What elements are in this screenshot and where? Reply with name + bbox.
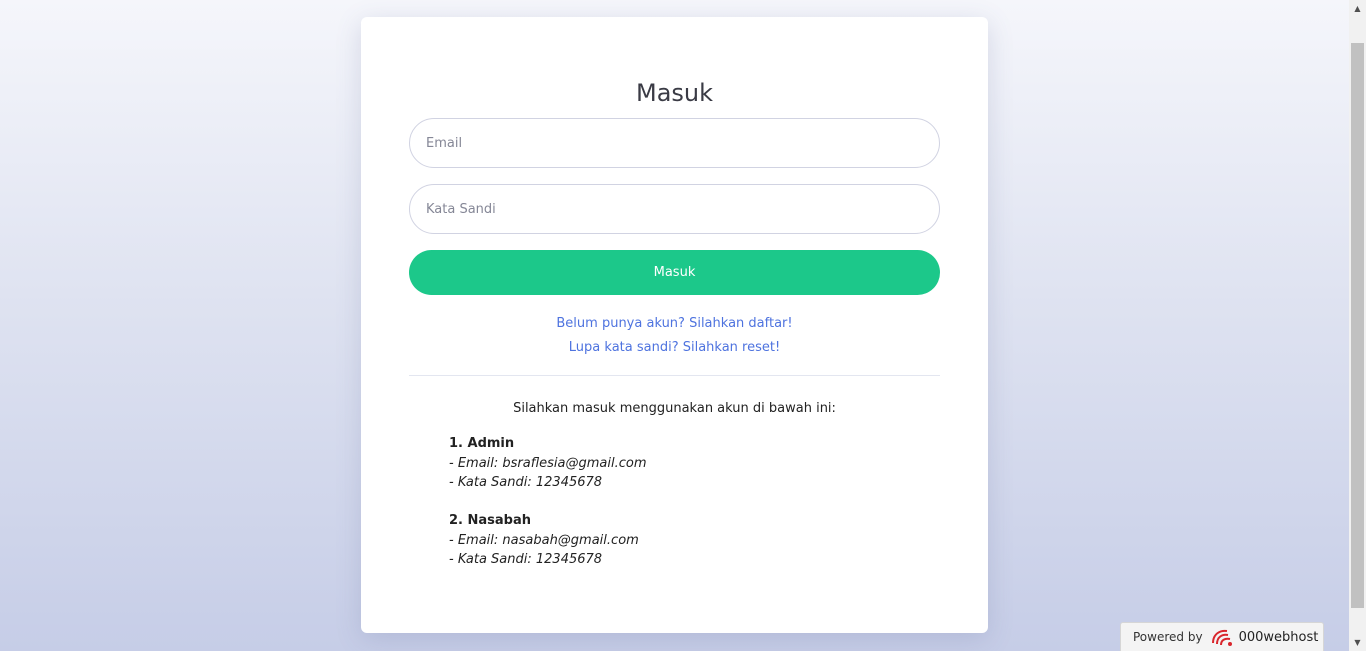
account-email: - Email: nasabah@gmail.com xyxy=(449,532,639,548)
powered-by-badge[interactable]: Powered by 000webhost xyxy=(1120,622,1324,651)
reset-password-link[interactable]: Lupa kata sandi? Silahkan reset! xyxy=(361,340,988,355)
account-email: - Email: bsraflesia@gmail.com xyxy=(449,455,647,471)
scrollbar-thumb[interactable] xyxy=(1351,43,1364,608)
000webhost-logo-icon xyxy=(1210,627,1234,647)
account-info-nasabah: 2. Nasabah - Email: nasabah@gmail.com - … xyxy=(449,511,639,570)
account-password: - Kata Sandi: 12345678 xyxy=(449,475,603,490)
register-link[interactable]: Belum punya akun? Silahkan daftar! xyxy=(361,316,988,331)
accounts-info-heading: Silahkan masuk menggunakan akun di bawah… xyxy=(513,401,836,416)
page-viewport: Masuk Masuk Belum punya akun? Silahkan d… xyxy=(0,0,1349,651)
account-info-admin: 1. Admin - Email: bsraflesia@gmail.com -… xyxy=(449,434,647,493)
divider xyxy=(409,375,940,376)
brand-name: 000webhost xyxy=(1238,629,1319,645)
vertical-scrollbar[interactable]: ▲ ▼ xyxy=(1349,0,1366,651)
account-password: - Kata Sandi: 12345678 xyxy=(449,552,603,567)
email-input[interactable] xyxy=(409,118,940,168)
powered-by-label: Powered by xyxy=(1133,630,1203,644)
account-title: 2. Nasabah xyxy=(449,513,532,528)
login-card: Masuk Masuk Belum punya akun? Silahkan d… xyxy=(361,17,988,633)
page-title: Masuk xyxy=(635,79,714,107)
account-title: 1. Admin xyxy=(449,436,515,451)
scroll-up-arrow-icon[interactable]: ▲ xyxy=(1349,0,1366,17)
password-input[interactable] xyxy=(409,184,940,234)
scroll-down-arrow-icon[interactable]: ▼ xyxy=(1349,634,1366,651)
login-button[interactable]: Masuk xyxy=(409,250,940,295)
